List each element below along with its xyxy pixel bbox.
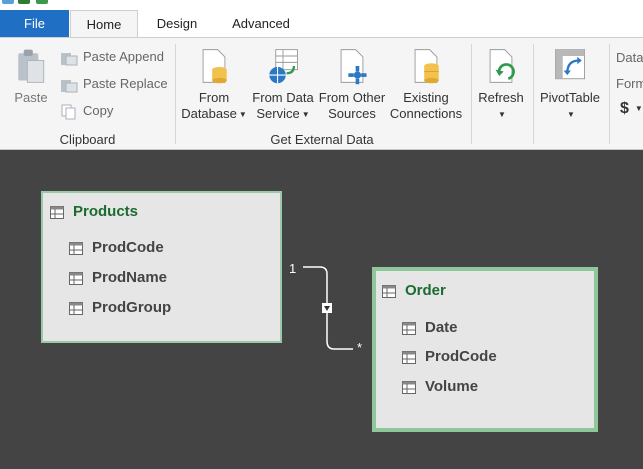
from-database-button[interactable]: From Database ▼ xyxy=(180,46,248,123)
from-data-service-button[interactable]: From Data Service ▼ xyxy=(249,46,317,123)
copy-button[interactable]: Copy xyxy=(60,100,113,122)
column-label: ProdName xyxy=(92,269,168,286)
other-sources-icon xyxy=(340,49,367,85)
column-icon xyxy=(402,321,416,335)
quick-access-icon[interactable] xyxy=(2,0,14,4)
formatting-data-type-label[interactable]: Data xyxy=(616,50,643,65)
column-label: ProdCode xyxy=(92,239,164,256)
column-label: ProdCode xyxy=(425,348,497,365)
dropdown-arrow-icon: ▼ xyxy=(498,109,506,119)
column-icon xyxy=(402,380,416,394)
column-volume[interactable]: Volume xyxy=(402,378,478,395)
quick-access-icon[interactable] xyxy=(36,0,48,4)
column-icon xyxy=(69,271,83,285)
from-other-sources-label-2: Sources xyxy=(328,106,376,121)
order-title-text: Order xyxy=(405,282,446,299)
paste-append-label: Paste Append xyxy=(83,49,164,64)
column-prodcode[interactable]: ProdCode xyxy=(402,348,497,365)
paste-icon xyxy=(18,49,45,83)
relationship-one-label: 1 xyxy=(289,261,297,276)
diagram-canvas[interactable]: 1 * Products ProdCode ProdName ProdGroup… xyxy=(0,151,643,469)
tab-design[interactable]: Design xyxy=(145,10,209,37)
data-service-icon xyxy=(269,49,298,84)
dropdown-arrow-icon: ▼ xyxy=(301,109,310,119)
existing-connections-icon xyxy=(414,49,439,84)
existing-connections-label-1: Existing xyxy=(403,90,449,105)
column-icon xyxy=(69,241,83,255)
from-database-label-2: Database xyxy=(181,106,237,121)
quick-access-icon[interactable] xyxy=(18,0,30,4)
paste-append-button[interactable]: Paste Append xyxy=(60,46,164,68)
group-divider xyxy=(533,44,534,144)
table-icon xyxy=(382,284,396,298)
from-data-service-label-1: From Data xyxy=(252,90,314,105)
paste-button[interactable]: Paste xyxy=(8,46,54,106)
column-date[interactable]: Date xyxy=(402,319,458,336)
paste-replace-button[interactable]: Paste Replace xyxy=(60,73,168,95)
paste-replace-icon xyxy=(61,79,78,93)
group-divider xyxy=(609,44,610,144)
refresh-label: Refresh xyxy=(478,90,524,105)
pivottable-button[interactable]: PivotTable ▼ xyxy=(536,46,604,123)
refresh-icon xyxy=(489,49,515,83)
copy-icon xyxy=(61,104,76,120)
column-icon xyxy=(402,350,416,364)
products-title-text: Products xyxy=(73,203,139,220)
copy-label: Copy xyxy=(83,103,114,118)
column-label: Date xyxy=(425,319,458,336)
order-table[interactable]: Order Date ProdCode Volume xyxy=(372,267,598,432)
database-icon xyxy=(202,49,227,84)
dropdown-arrow-icon: ▼ xyxy=(567,109,575,119)
column-prodgroup[interactable]: ProdGroup xyxy=(69,299,171,316)
table-icon xyxy=(50,205,64,219)
pivottable-icon xyxy=(555,49,585,80)
dropdown-arrow-icon: ▼ xyxy=(634,104,643,114)
formatting-format-label[interactable]: Form xyxy=(616,76,643,91)
group-divider xyxy=(175,44,176,144)
pivottable-label: PivotTable xyxy=(540,90,600,105)
title-bar xyxy=(0,0,643,10)
refresh-button[interactable]: Refresh ▼ xyxy=(475,46,527,123)
column-prodname[interactable]: ProdName xyxy=(69,269,167,286)
paste-replace-label: Paste Replace xyxy=(83,76,168,91)
column-icon xyxy=(69,301,83,315)
column-prodcode[interactable]: ProdCode xyxy=(69,239,164,256)
from-other-sources-label-1: From Other xyxy=(318,90,386,105)
from-other-sources-button[interactable]: From Other Sources xyxy=(317,46,387,122)
relationship-many-label: * xyxy=(357,340,363,355)
paste-label: Paste xyxy=(14,90,48,105)
from-database-label-1: From xyxy=(198,90,230,105)
products-table-title: Products xyxy=(50,203,138,220)
ribbon: Paste Paste Append Paste Replace Copy Cl… xyxy=(0,37,643,150)
paste-append-icon xyxy=(61,52,78,66)
clipboard-group-label: Clipboard xyxy=(59,132,116,147)
existing-connections-button[interactable]: Existing Connections xyxy=(389,46,463,122)
tab-advanced[interactable]: Advanced xyxy=(220,10,302,37)
column-label: ProdGroup xyxy=(92,299,172,316)
column-label: Volume xyxy=(425,378,479,395)
group-divider xyxy=(471,44,472,144)
currency-symbol: $ xyxy=(620,100,629,117)
from-data-service-label-2: Service xyxy=(256,106,300,121)
dropdown-arrow-icon: ▼ xyxy=(238,109,247,119)
tab-home[interactable]: Home xyxy=(70,10,138,38)
currency-format-button[interactable]: $ ▼ xyxy=(620,100,643,118)
order-table-title: Order xyxy=(382,282,446,299)
existing-connections-label-2: Connections xyxy=(389,106,463,121)
tab-file[interactable]: File xyxy=(0,10,69,37)
ribbon-tab-bar: File Home Design Advanced xyxy=(0,10,643,38)
products-table[interactable]: Products ProdCode ProdName ProdGroup xyxy=(41,191,282,343)
get-external-data-group-label: Get External Data xyxy=(270,132,374,147)
